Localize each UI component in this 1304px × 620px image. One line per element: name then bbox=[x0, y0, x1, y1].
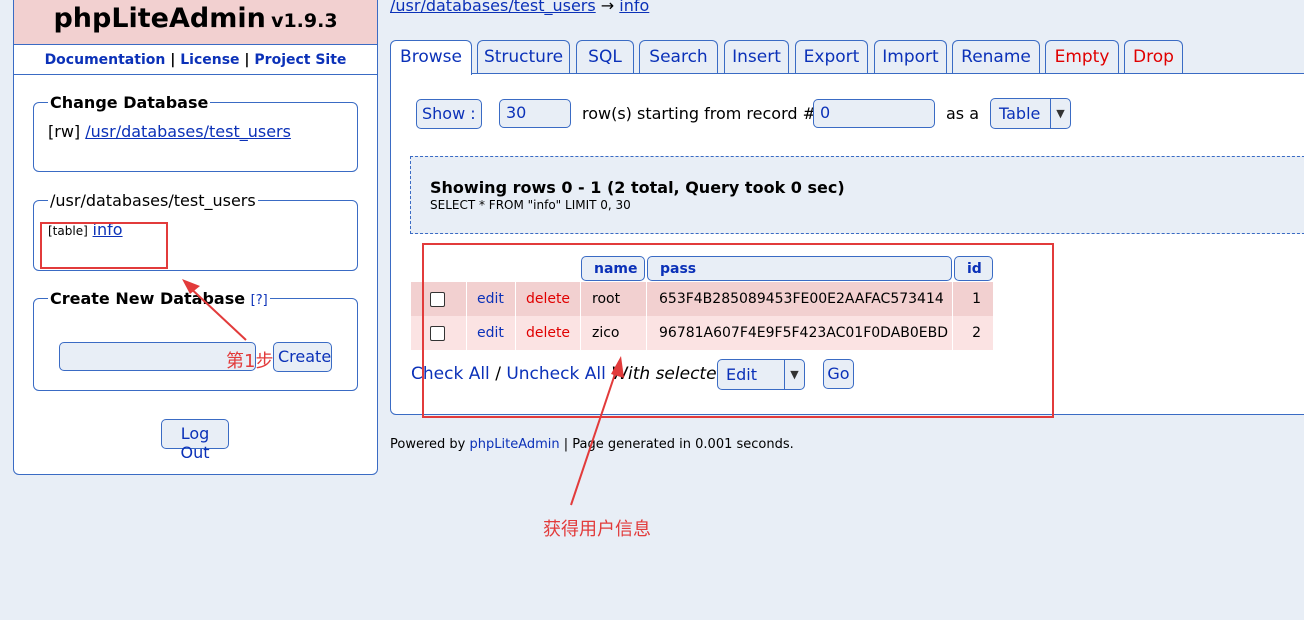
documentation-link[interactable]: Documentation bbox=[45, 52, 166, 68]
create-database-legend: Create New Database [?] bbox=[48, 289, 270, 308]
link-separator: | bbox=[170, 52, 176, 68]
annotation-box-info bbox=[40, 222, 168, 269]
view-mode-select[interactable]: Table ▼ bbox=[990, 98, 1071, 129]
query-summary: Showing rows 0 - 1 (2 total, Query took … bbox=[430, 178, 845, 197]
project-site-link[interactable]: Project Site bbox=[254, 52, 346, 68]
tab-export[interactable]: Export bbox=[795, 40, 868, 74]
database-link[interactable]: /usr/databases/test_users bbox=[85, 122, 291, 141]
tables-legend: /usr/databases/test_users bbox=[50, 191, 256, 210]
breadcrumb-database-link[interactable]: /usr/databases/test_users bbox=[390, 0, 596, 15]
footer-generated: | Page generated in 0.001 seconds. bbox=[563, 437, 794, 452]
create-database-button[interactable]: Create bbox=[273, 342, 332, 372]
app-name: phpLiteAdmin bbox=[53, 3, 266, 34]
tab-structure[interactable]: Structure bbox=[477, 40, 570, 74]
view-as-label: as a bbox=[946, 104, 980, 123]
tab-empty[interactable]: Empty bbox=[1045, 40, 1119, 74]
link-separator: | bbox=[244, 52, 250, 68]
db-mode-label: [rw] bbox=[48, 122, 81, 141]
app-logo: phpLiteAdmin v1.9.3 bbox=[14, 0, 377, 45]
tab-sql[interactable]: SQL bbox=[576, 40, 634, 74]
annotation-step1: 第1步 bbox=[226, 351, 274, 372]
view-mode-value: Table bbox=[999, 104, 1041, 123]
breadcrumb: /usr/databases/test_users → info bbox=[390, 0, 649, 15]
app-version: v1.9.3 bbox=[271, 10, 338, 32]
tab-insert[interactable]: Insert bbox=[724, 40, 789, 74]
footer-powered-by: Powered by bbox=[390, 437, 466, 452]
logout-button[interactable]: Log Out bbox=[161, 419, 229, 462]
license-link[interactable]: License bbox=[180, 52, 239, 68]
help-link[interactable]: [?] bbox=[251, 293, 268, 308]
tab-drop[interactable]: Drop bbox=[1124, 40, 1183, 74]
footer: Powered by phpLiteAdmin | Page generated… bbox=[390, 437, 794, 452]
create-database-panel: Create New Database [?] Create bbox=[33, 289, 358, 391]
change-database-panel: Change Database [rw] /usr/databases/test… bbox=[33, 93, 358, 172]
query-sql: SELECT * FROM "info" LIMIT 0, 30 bbox=[430, 198, 631, 212]
tab-rename[interactable]: Rename bbox=[952, 40, 1040, 74]
tab-import[interactable]: Import bbox=[874, 40, 947, 74]
sidebar-links: Documentation | License | Project Site bbox=[14, 45, 377, 75]
breadcrumb-table-link[interactable]: info bbox=[619, 0, 649, 15]
chevron-down-icon: ▼ bbox=[1050, 99, 1070, 128]
change-database-legend: Change Database bbox=[50, 93, 209, 112]
create-database-title: Create New Database bbox=[50, 289, 246, 308]
tab-browse[interactable]: Browse bbox=[390, 40, 472, 75]
footer-project-link[interactable]: phpLiteAdmin bbox=[470, 437, 560, 452]
tab-search[interactable]: Search bbox=[639, 40, 718, 74]
row-count-input[interactable]: 30 bbox=[499, 99, 571, 128]
query-info-box: Showing rows 0 - 1 (2 total, Query took … bbox=[410, 156, 1304, 234]
breadcrumb-arrow: → bbox=[600, 0, 615, 15]
show-button[interactable]: Show : bbox=[416, 99, 482, 129]
rows-label: row(s) starting from record # bbox=[582, 104, 817, 123]
annotation-box-results bbox=[422, 243, 1054, 418]
start-record-input[interactable]: 0 bbox=[813, 99, 935, 128]
annotation-get-info: 获得用户信息 bbox=[543, 519, 651, 540]
